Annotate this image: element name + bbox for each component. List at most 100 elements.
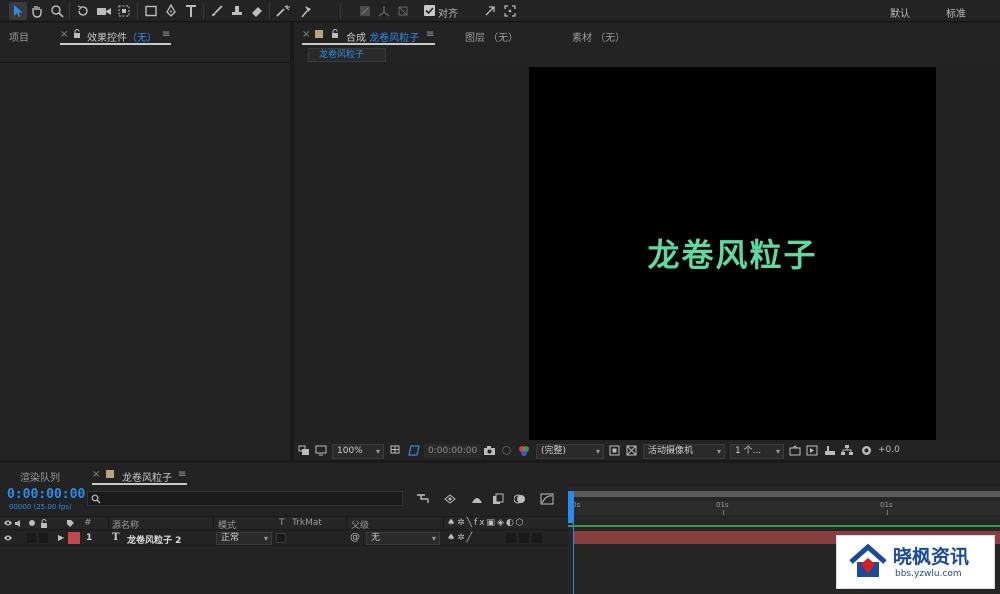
shy-layers-icon[interactable]	[470, 493, 484, 505]
layer-switches[interactable]: ♠✲╱	[447, 533, 474, 543]
layer-label-color[interactable]	[68, 532, 80, 544]
lock-icon[interactable]	[331, 29, 339, 38]
pan-behind-tool-icon[interactable]	[115, 2, 133, 20]
switch-box[interactable]	[506, 533, 516, 543]
grid-guides-icon[interactable]	[390, 445, 402, 456]
fast-preview-icon[interactable]	[806, 445, 818, 456]
tab-project[interactable]: 项目	[9, 29, 29, 44]
monitor-icon[interactable]	[315, 445, 327, 456]
project-panel-tabbar: 项目 × 效果控件（无） ≡	[0, 23, 290, 47]
view-layout-dropdown[interactable]: 1 个... ▾	[730, 444, 784, 459]
exposure-reset-icon[interactable]	[861, 445, 872, 456]
camera-tool-icon[interactable]	[95, 2, 113, 20]
workspace-default[interactable]: 默认	[890, 5, 910, 20]
col-source-name-header[interactable]: 源名称	[112, 518, 139, 531]
always-preview-icon[interactable]	[298, 445, 310, 456]
rotate-tool-icon[interactable]	[74, 2, 92, 20]
parent-dropdown[interactable]: 无 ▾	[366, 532, 440, 545]
tab-layer[interactable]: 图层 （无）	[465, 29, 518, 44]
tab-footage[interactable]: 素材 （无）	[572, 29, 625, 44]
lock-toggle[interactable]	[39, 533, 48, 543]
selection-tool-icon[interactable]	[9, 2, 27, 20]
time-ruler[interactable]: 0s 01s 01s	[568, 501, 1000, 515]
roto-brush-tool-icon[interactable]	[274, 2, 292, 20]
flowchart-icon[interactable]	[841, 445, 853, 456]
solo-toggle[interactable]	[27, 533, 36, 543]
lock-icon[interactable]	[73, 29, 81, 38]
eye-icon[interactable]	[3, 519, 13, 527]
expand-triangle-icon[interactable]: ▶	[58, 533, 64, 542]
clone-stamp-tool-icon[interactable]	[228, 2, 246, 20]
panel-menu-icon[interactable]: ≡	[426, 29, 434, 40]
brush-tool-icon[interactable]	[208, 2, 226, 20]
view-axis-mode-icon[interactable]	[394, 2, 412, 20]
color-channels-icon[interactable]	[518, 445, 530, 457]
draft-3d-icon[interactable]	[443, 493, 457, 505]
eye-icon[interactable]	[3, 534, 13, 542]
timeline-timecode[interactable]: 0:00:00:00	[7, 487, 85, 502]
comp-breadcrumb[interactable]: 龙卷风粒子	[308, 48, 386, 62]
graph-editor-icon[interactable]	[540, 493, 554, 505]
camera-view-dropdown[interactable]: 活动摄像机 ▾	[643, 444, 725, 459]
zoom-dropdown[interactable]: 100% ▾	[332, 444, 384, 459]
composition-panel: × 合成 龙卷风粒子 ≡ 图层 （无） 素材 （无） 龙卷风粒子 龙卷风粒子 1…	[294, 23, 1000, 460]
snapping-icon[interactable]	[501, 2, 519, 20]
snapshot-camera-icon[interactable]	[483, 445, 496, 456]
label-tag-icon[interactable]	[66, 519, 75, 528]
workspace-standard[interactable]: 标准	[946, 5, 966, 20]
region-of-interest-icon[interactable]	[609, 445, 620, 456]
exposure-value[interactable]: +0.0	[878, 445, 900, 459]
ruler-mark-label: 01s	[880, 501, 893, 509]
eraser-tool-icon[interactable]	[248, 2, 266, 20]
pickwhip-icon[interactable]: @	[350, 532, 360, 543]
close-icon[interactable]: ×	[60, 29, 68, 40]
comp-canvas[interactable]: 龙卷风粒子	[529, 67, 936, 440]
toggle-pixel-aspect-icon[interactable]	[789, 445, 801, 456]
tab-composition[interactable]: 合成 龙卷风粒子	[346, 29, 419, 44]
layer-switches-icons[interactable]: ♠✲╲fx▣◈◐⬡	[447, 518, 526, 528]
switch-box[interactable]	[519, 533, 529, 543]
rectangle-tool-icon[interactable]	[142, 2, 160, 20]
work-area-bar[interactable]	[570, 491, 1000, 497]
text-layer-icon: T	[112, 532, 120, 543]
local-axis-mode-icon[interactable]	[356, 2, 374, 20]
puppet-pin-tool-icon[interactable]	[298, 2, 316, 20]
hand-tool-icon[interactable]	[28, 2, 46, 20]
align-checkbox[interactable]	[424, 5, 435, 16]
comp-mini-flowchart-icon[interactable]	[416, 493, 430, 504]
timeline-panel-icon[interactable]	[824, 445, 836, 456]
current-time-display[interactable]: 0:00:00:00	[424, 444, 482, 458]
mask-visibility-icon[interactable]	[407, 444, 421, 457]
expand-arrow-icon[interactable]	[481, 2, 499, 20]
viewer-area: 龙卷风粒子	[294, 64, 1000, 441]
world-axis-mode-icon[interactable]	[375, 2, 393, 20]
show-snapshot-icon[interactable]	[501, 445, 512, 456]
preserve-transparency-toggle[interactable]	[276, 533, 286, 543]
frame-blending-icon[interactable]	[492, 493, 504, 505]
type-tool-icon[interactable]	[182, 2, 200, 20]
zoom-tool-icon[interactable]	[48, 2, 66, 20]
layer-search-input[interactable]	[87, 491, 403, 506]
lock-icon[interactable]	[40, 519, 48, 528]
table-row[interactable]: ▶ 1 T 龙卷风粒子 2 正常 ▾ @ 无 ▾ ♠✲╱	[0, 531, 568, 546]
pen-tool-icon[interactable]	[162, 2, 180, 20]
motion-blur-icon[interactable]	[514, 493, 526, 505]
audio-icon[interactable]	[14, 519, 23, 528]
close-icon[interactable]: ×	[92, 469, 100, 480]
switch-box[interactable]	[532, 533, 542, 543]
tab-effect-controls[interactable]: 效果控件（无）	[87, 29, 157, 44]
solo-icon[interactable]	[29, 520, 35, 526]
parent-value: 无	[371, 533, 381, 543]
tab-render-queue[interactable]: 渲染队列	[20, 469, 60, 484]
panel-menu-icon[interactable]: ≡	[178, 469, 186, 480]
transparency-grid-icon[interactable]	[626, 445, 637, 456]
blend-mode-dropdown[interactable]: 正常 ▾	[216, 532, 272, 545]
resolution-dropdown[interactable]: (完整) ▾	[536, 444, 604, 459]
layer-name[interactable]: 龙卷风粒子 2	[127, 533, 181, 546]
panel-menu-icon[interactable]: ≡	[162, 29, 170, 40]
tab-timeline-comp[interactable]: 龙卷风粒子	[122, 469, 172, 484]
close-icon[interactable]: ×	[302, 29, 310, 40]
current-time-indicator[interactable]	[573, 491, 574, 594]
watermark-url: bbs.yzwlu.com	[895, 569, 962, 579]
col-number-header: #	[84, 518, 92, 528]
